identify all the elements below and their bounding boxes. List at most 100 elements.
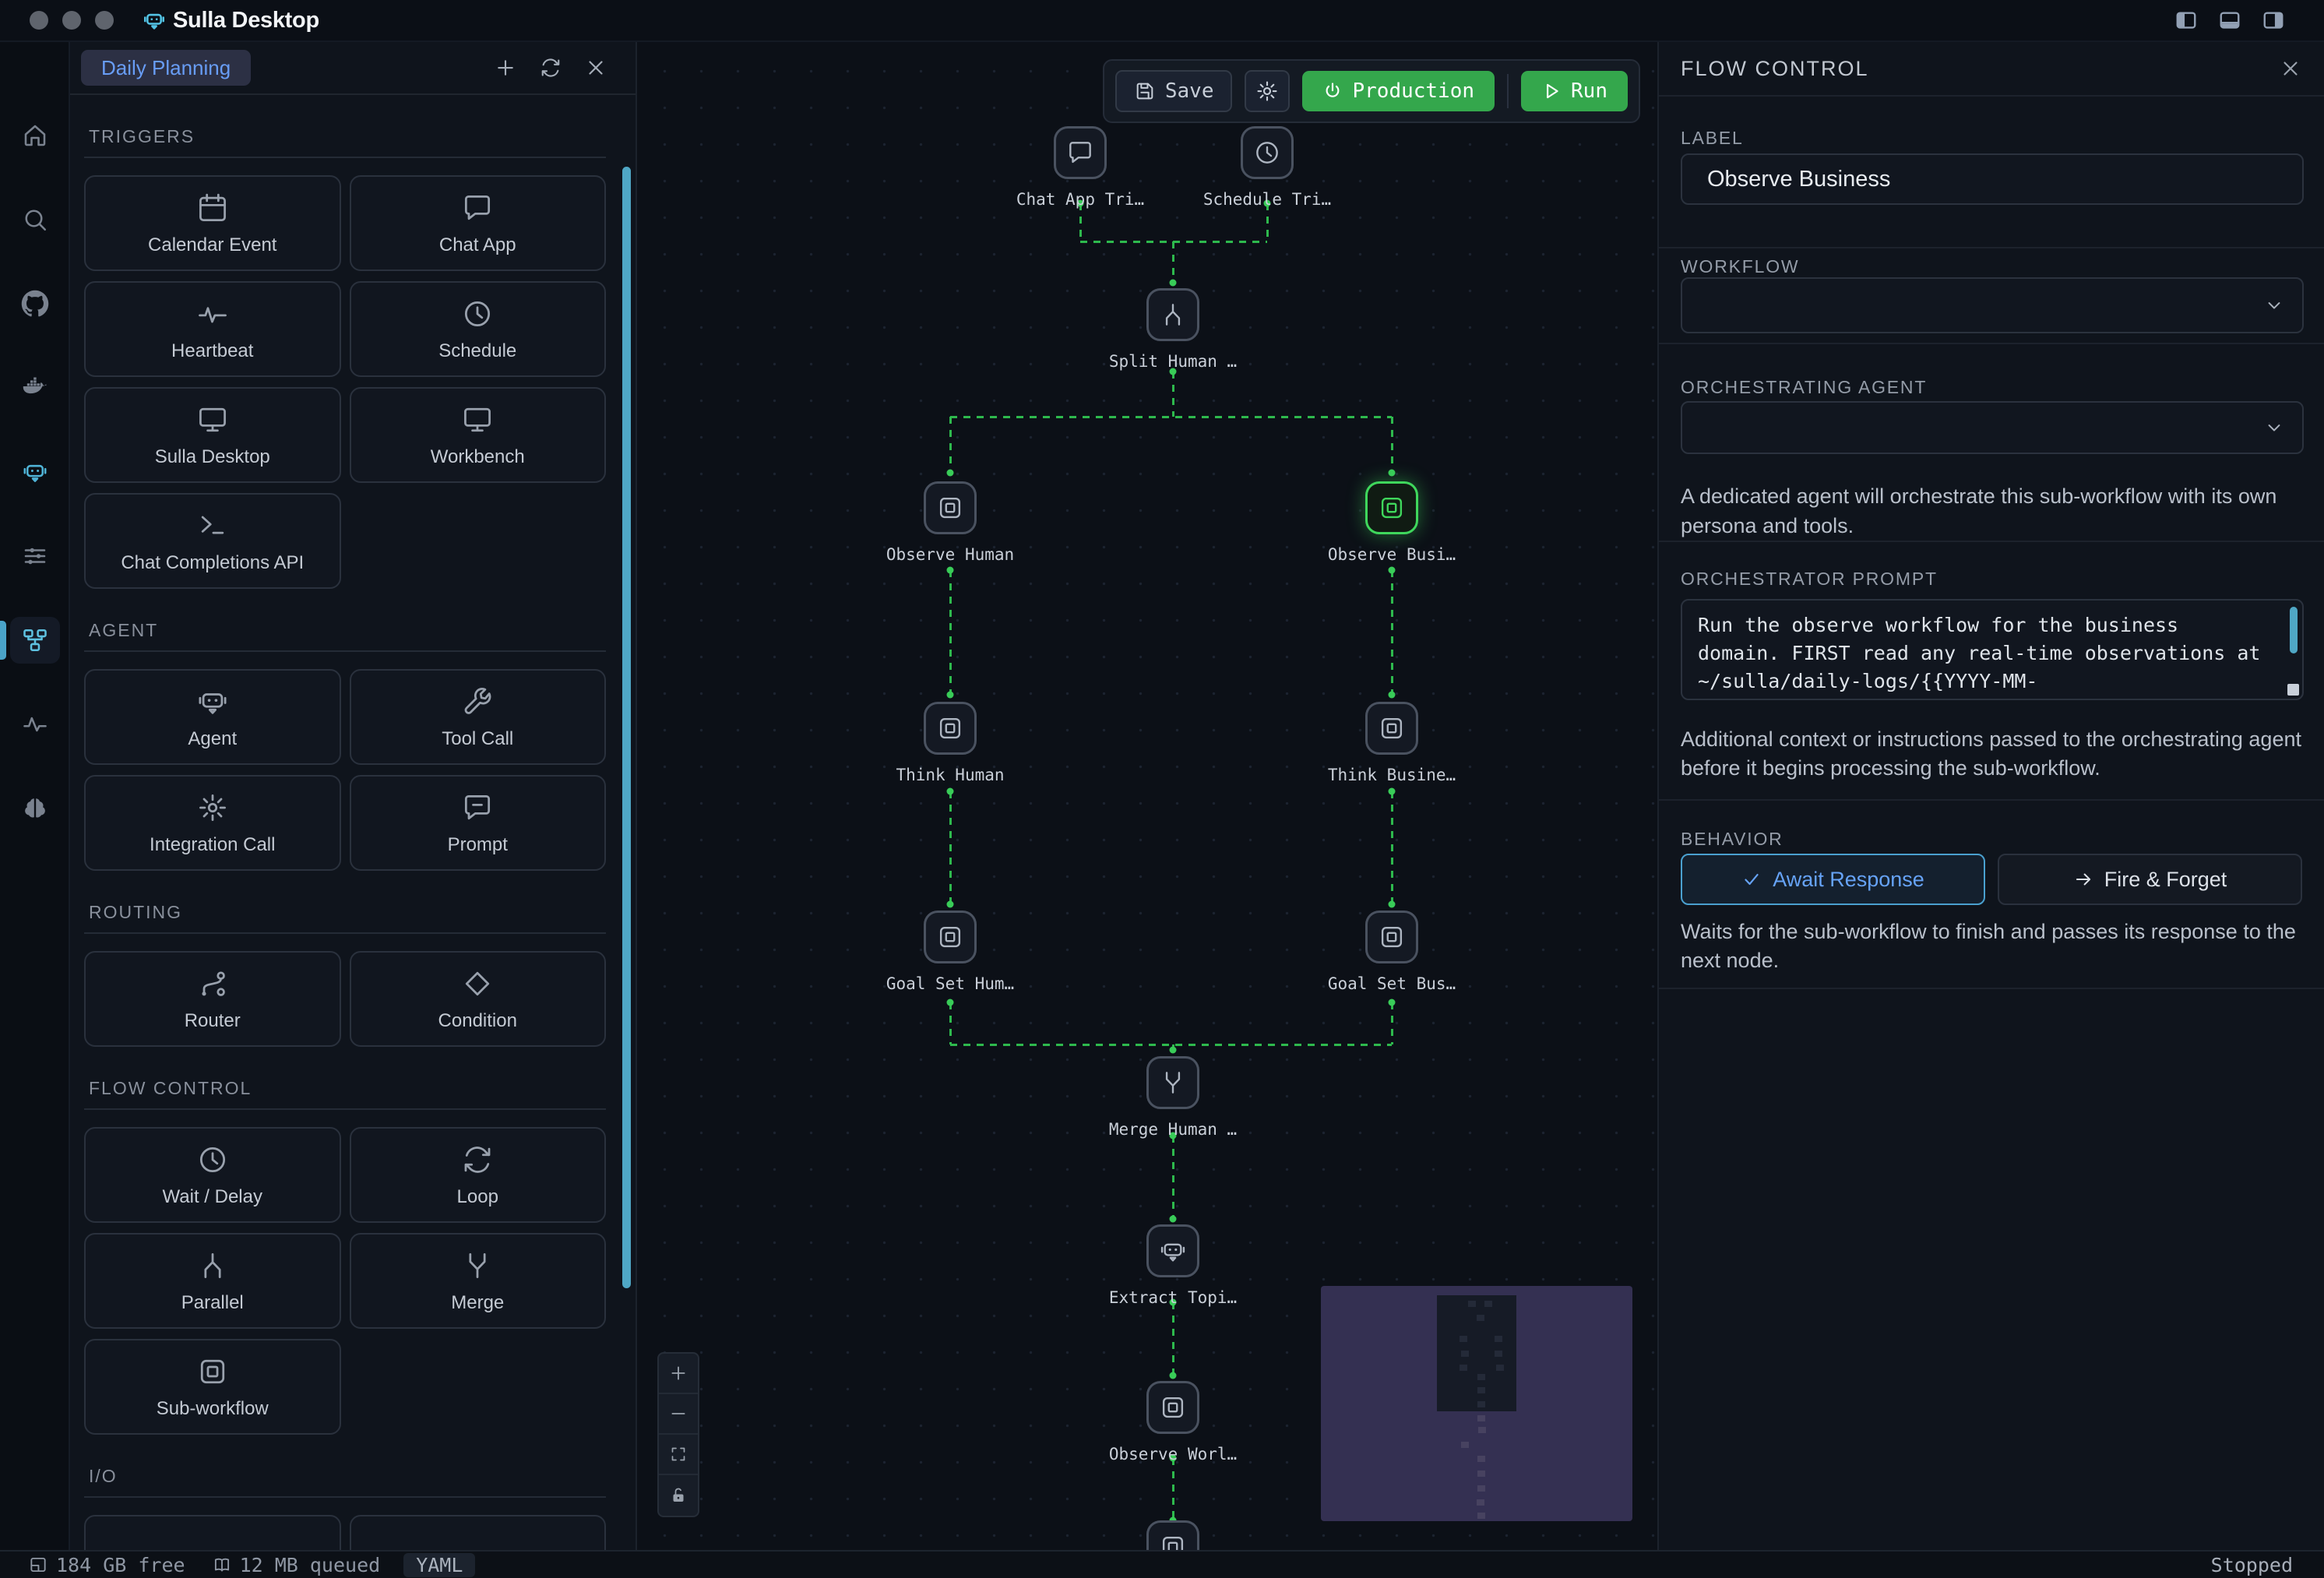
rail-item-assistant[interactable] (10, 449, 60, 495)
add-tab-icon[interactable] (494, 56, 517, 79)
orchestrator-prompt-textarea[interactable]: Run the observe workflow for the busines… (1681, 599, 2304, 700)
save-button[interactable]: Save (1115, 70, 1233, 112)
workflow-canvas[interactable]: Save Production Run Chat App Tri…Schedul… (637, 42, 1657, 1550)
palette-card-condition[interactable]: Condition (350, 951, 607, 1047)
node-sub-workflow-partial[interactable] (1146, 1520, 1199, 1550)
palette-card-label: Heartbeat (171, 340, 253, 362)
node-goal-set-human[interactable] (924, 911, 977, 963)
minimize-window-button[interactable] (62, 11, 81, 30)
palette-section-title: AGENT (89, 620, 606, 641)
node-schedule-trigger[interactable] (1241, 126, 1294, 179)
workflow-select[interactable] (1681, 277, 2304, 333)
run-button[interactable]: Run (1521, 71, 1628, 111)
palette-card-loop[interactable]: Loop (350, 1127, 607, 1223)
node-observe-world[interactable] (1146, 1381, 1199, 1434)
yaml-badge[interactable]: YAML (403, 1553, 475, 1577)
palette-card-circle[interactable] (84, 1515, 341, 1550)
rail-item-activity[interactable] (10, 701, 60, 748)
zoom-in-button[interactable] (659, 1354, 698, 1394)
check-icon (1741, 869, 1762, 889)
palette-card-sub-workflow[interactable]: Sub-workflow (84, 1339, 341, 1435)
flow-edge (1172, 1302, 1174, 1375)
palette-card-workbench[interactable]: Workbench (350, 387, 607, 483)
rail-item-memory[interactable] (10, 785, 60, 832)
minimap[interactable] (1321, 1286, 1632, 1521)
chat-icon (1065, 138, 1095, 167)
minimap-node-dot (1477, 1499, 1484, 1506)
lock-button[interactable] (659, 1475, 698, 1516)
minimap-node-dot (1477, 1401, 1485, 1407)
chevron-down-icon (2263, 417, 2285, 439)
node-label-observe-human: Observe Human (849, 545, 1051, 564)
palette-scrollbar[interactable] (622, 167, 631, 1288)
palette-card-heartbeat[interactable]: Heartbeat (84, 281, 341, 377)
palette-card-chat-completions-api[interactable]: Chat Completions API (84, 493, 341, 589)
node-split-human[interactable] (1146, 288, 1199, 341)
rail-item-search[interactable] (10, 196, 60, 243)
palette-card-router[interactable]: Router (84, 951, 341, 1047)
node-think-business[interactable] (1365, 702, 1418, 755)
palette-tab-daily-planning[interactable]: Daily Planning (81, 50, 251, 86)
close-palette-icon[interactable] (584, 56, 607, 79)
production-button[interactable]: Production (1302, 71, 1495, 111)
rail-item-home[interactable] (10, 112, 60, 159)
palette-card-label: Router (185, 1010, 241, 1032)
flow-edge (1172, 1136, 1174, 1219)
rail-item-github[interactable] (10, 280, 60, 327)
prompt-help-text: Additional context or instructions passe… (1681, 725, 2304, 783)
label-input[interactable]: Observe Business (1681, 153, 2304, 205)
orchestrating-agent-select[interactable] (1681, 401, 2304, 454)
minimap-node-dot (1477, 1513, 1485, 1519)
rail-item-settings[interactable] (10, 533, 60, 579)
palette-card-tool-call[interactable]: Tool Call (350, 669, 607, 765)
toggle-bottom-panel-icon[interactable] (2218, 9, 2241, 32)
fork-up-icon (1158, 300, 1188, 329)
refresh-icon[interactable] (539, 56, 562, 79)
node-observe-human[interactable] (924, 481, 977, 534)
fire-and-forget-button[interactable]: Fire & Forget (1998, 854, 2302, 905)
node-extract-topics[interactable] (1146, 1224, 1199, 1277)
save-icon (1134, 80, 1156, 102)
node-think-human[interactable] (924, 702, 977, 755)
heartbeat-icon (195, 297, 230, 331)
power-icon (1322, 81, 1343, 101)
close-inspector-icon[interactable] (2279, 57, 2302, 80)
rail-item-docker[interactable] (10, 365, 60, 411)
zoom-out-button[interactable] (659, 1394, 698, 1435)
orchestrator-prompt-heading: ORCHESTRATOR PROMPT (1681, 569, 2302, 590)
edge-endpoint-dot (947, 788, 954, 795)
settings-button[interactable] (1245, 70, 1290, 112)
palette-card-schedule[interactable]: Schedule (350, 281, 607, 377)
subflow-icon (195, 1354, 230, 1389)
check-icon (1741, 869, 1762, 889)
await-response-button[interactable]: Await Response (1681, 854, 1985, 905)
palette-card-prompt[interactable]: Prompt (350, 775, 607, 871)
subflow-icon (935, 922, 965, 952)
palette-card-chat-app[interactable]: Chat App (350, 175, 607, 271)
node-chat-app-trigger[interactable] (1054, 126, 1107, 179)
palette-card-calendar-event[interactable]: Calendar Event (84, 175, 341, 271)
zoom-window-button[interactable] (95, 11, 114, 30)
activity-icon (21, 710, 49, 738)
palette-card-parallel[interactable]: Parallel (84, 1233, 341, 1329)
palette-card-wait-delay[interactable]: Wait / Delay (84, 1127, 341, 1223)
minimap-viewport[interactable] (1437, 1295, 1516, 1411)
fit-view-button[interactable] (659, 1435, 698, 1475)
node-merge-human[interactable] (1146, 1056, 1199, 1109)
palette-card-sulla-desktop[interactable]: Sulla Desktop (84, 387, 341, 483)
node-goal-set-business[interactable] (1365, 911, 1418, 963)
node-label-schedule-trigger: Schedule Tri… (1166, 190, 1368, 209)
chevron-down-icon (2263, 417, 2285, 439)
toggle-left-panel-icon[interactable] (2174, 9, 2198, 32)
close-window-button[interactable] (30, 11, 48, 30)
rail-item-workflows[interactable] (10, 617, 60, 664)
prompt-resize-handle[interactable] (2287, 684, 2299, 696)
prompt-scrollbar[interactable] (2290, 607, 2298, 653)
toggle-right-panel-icon[interactable] (2262, 9, 2285, 32)
palette-card-agent[interactable]: Agent (84, 669, 341, 765)
node-label-split-human: Split Human … (1072, 352, 1274, 371)
palette-card-integration-call[interactable]: Integration Call (84, 775, 341, 871)
node-observe-business[interactable] (1365, 481, 1418, 534)
palette-card-merge[interactable]: Merge (350, 1233, 607, 1329)
palette-card-send[interactable] (350, 1515, 607, 1550)
